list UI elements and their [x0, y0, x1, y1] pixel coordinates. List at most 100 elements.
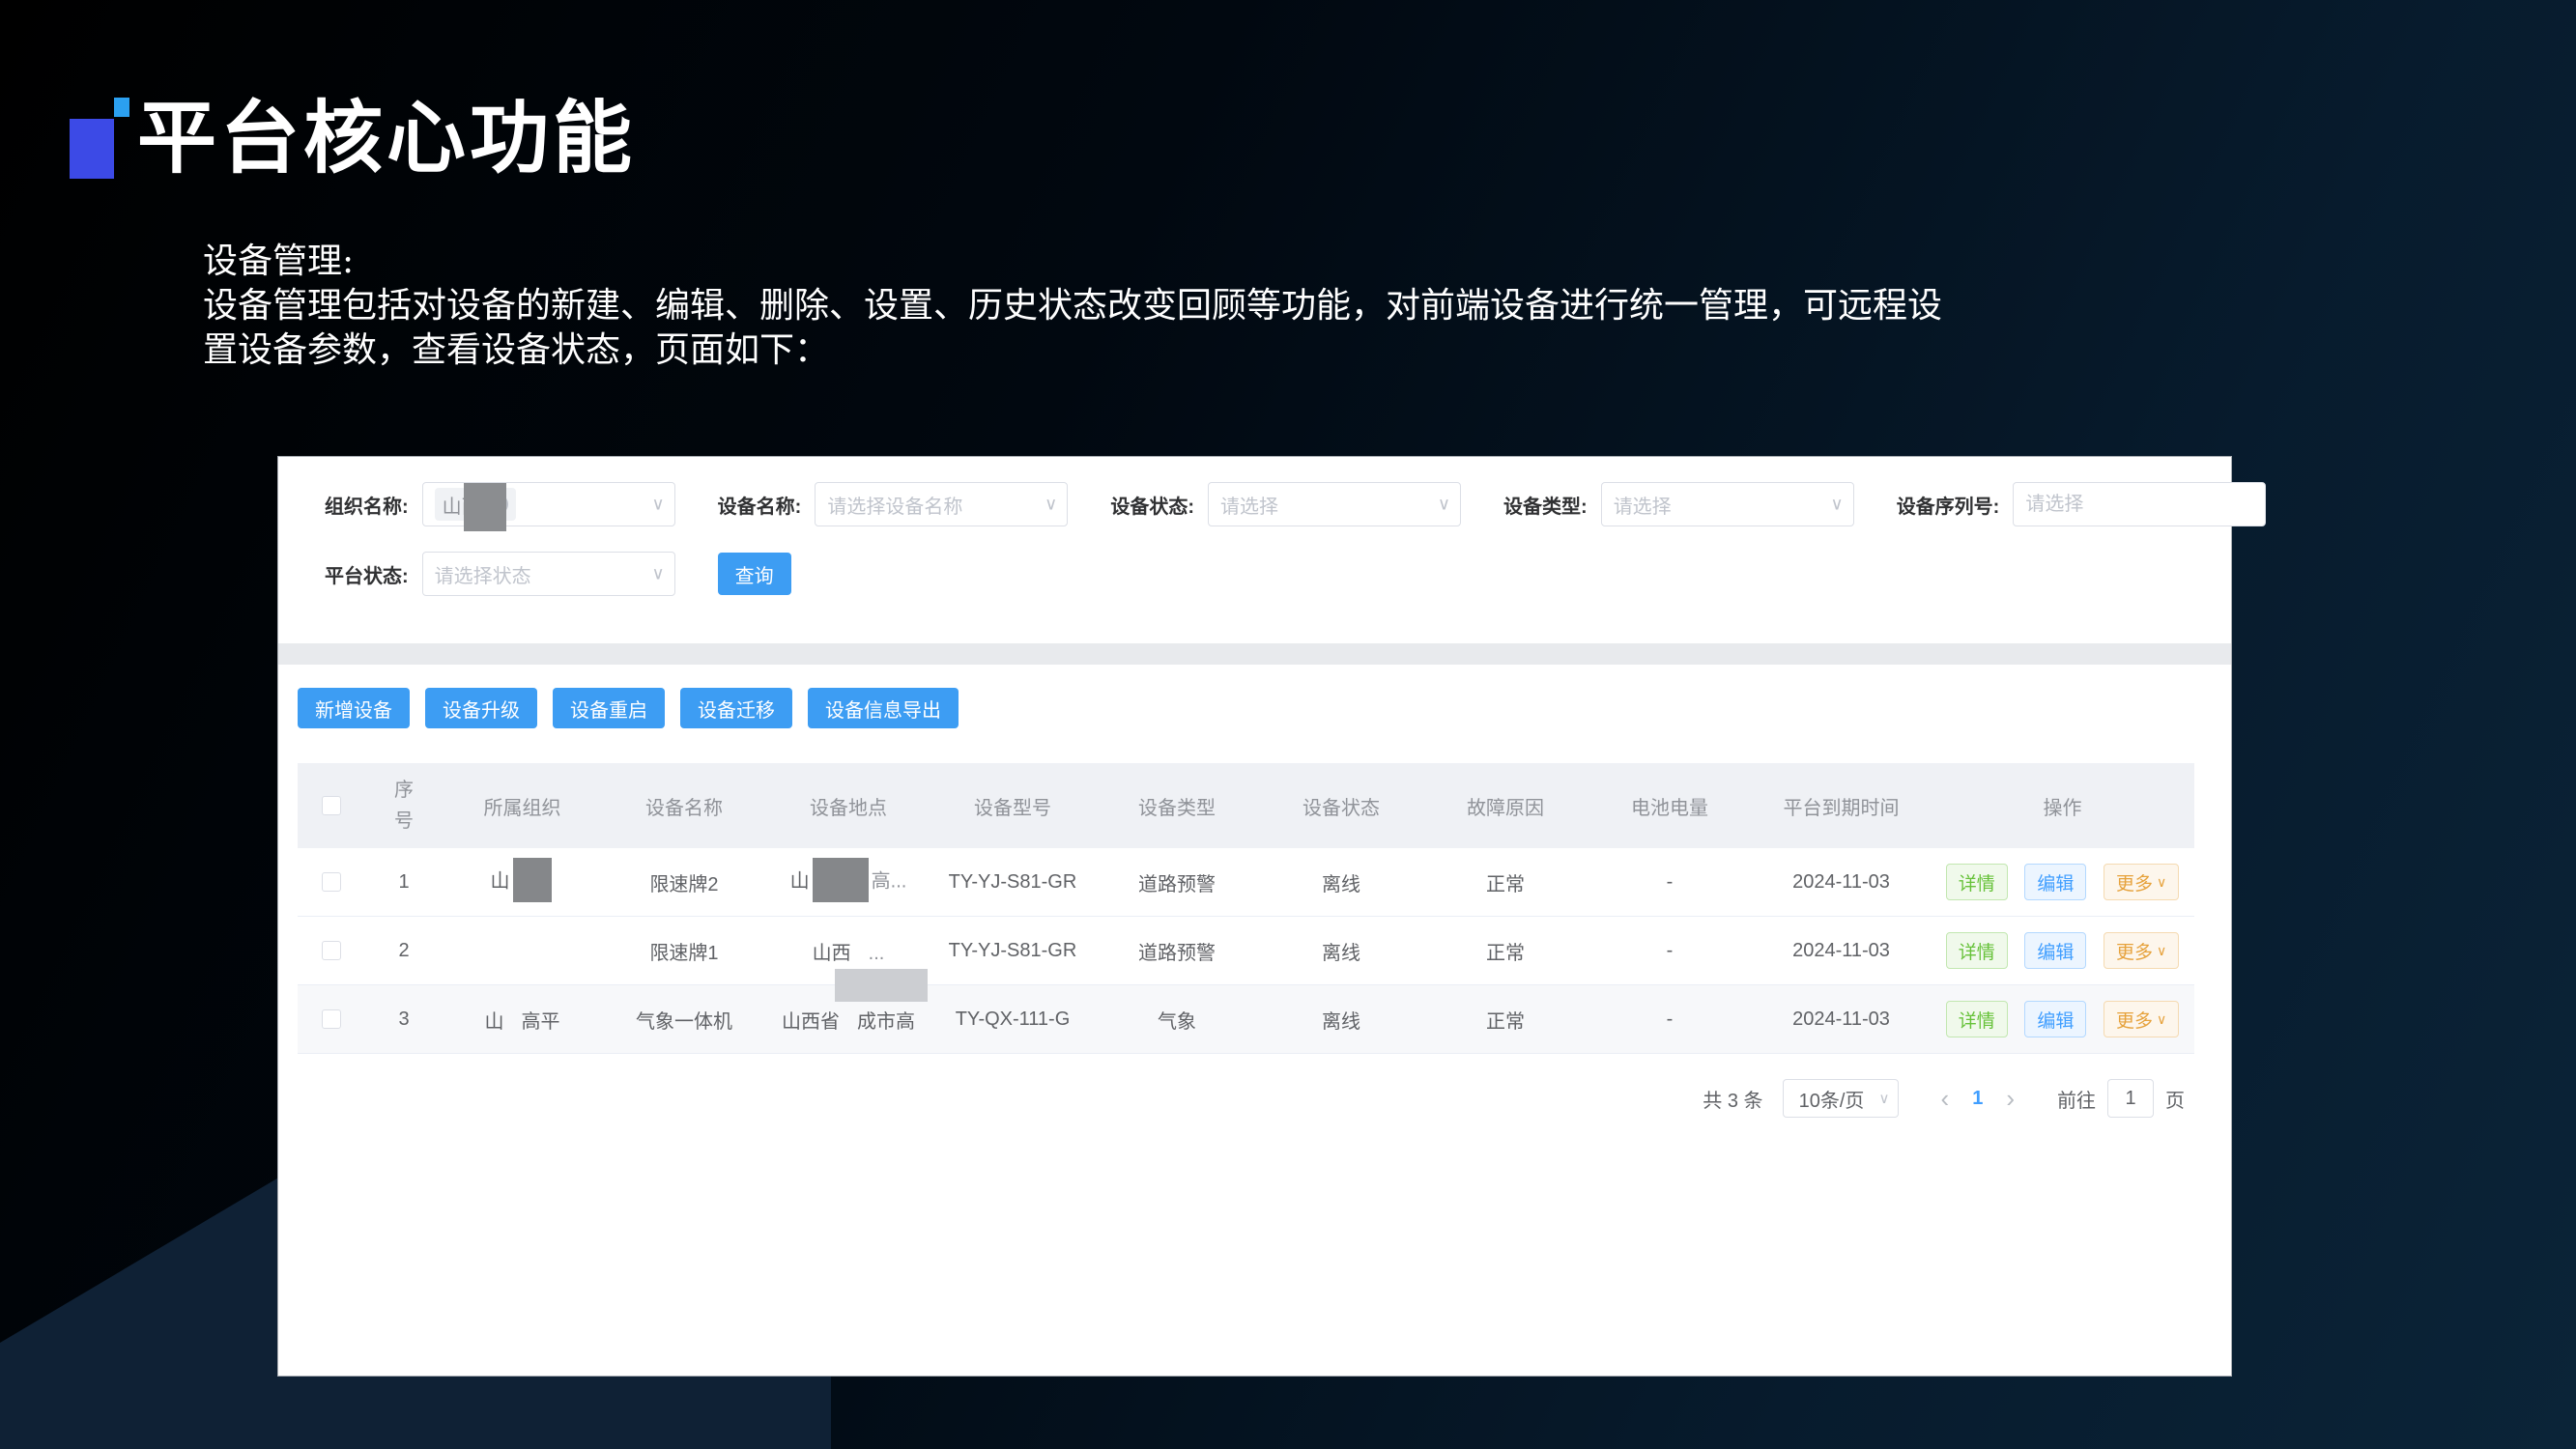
table-row: 2 限速牌1 山西... TY-YJ-S81-GR 道路预警 离线 正常 - 2… — [298, 917, 2194, 985]
cell-ops: 详情 编辑 更多∨ — [1931, 917, 2194, 985]
cell-type: 气象 — [1095, 985, 1259, 1054]
edit-button[interactable]: 编辑 — [2024, 932, 2086, 969]
cell-fault: 正常 — [1423, 985, 1588, 1054]
cell-model: TY-QX-111-G — [930, 985, 1095, 1054]
cell-name: 限速牌1 — [602, 917, 766, 985]
device-status-select[interactable]: 请选择 ∨ — [1208, 482, 1461, 526]
select-all-checkbox[interactable] — [322, 796, 341, 815]
edit-button[interactable]: 编辑 — [2024, 1001, 2086, 1037]
more-button[interactable]: 更多∨ — [2104, 1001, 2179, 1037]
redaction-box — [813, 858, 869, 902]
chevron-down-icon: ∨ — [1045, 495, 1057, 515]
detail-button[interactable]: 详情 — [1946, 932, 2008, 969]
cell-status: 离线 — [1259, 985, 1423, 1054]
row-checkbox[interactable] — [322, 1009, 341, 1029]
cell-expire: 2024-11-03 — [1752, 985, 1931, 1054]
pagination: 共 3 条 10条/页 ∨ ‹ 1 › 前往 页 — [278, 1079, 2185, 1118]
cell-name: 气象一体机 — [602, 985, 766, 1054]
redaction-box — [464, 483, 506, 531]
search-button[interactable]: 查询 — [718, 553, 791, 595]
org-label: 组织名称: — [325, 491, 409, 519]
title-bullet-square-small-icon — [114, 98, 129, 117]
toolbar: 新增设备 设备升级 设备重启 设备迁移 设备信息导出 — [278, 665, 2231, 728]
more-button[interactable]: 更多∨ — [2104, 864, 2179, 900]
th-status: 设备状态 — [1259, 763, 1423, 848]
total-count: 共 3 条 — [1703, 1085, 1762, 1113]
filter-platform-status: 平台状态: 请选择状态 ∨ — [325, 552, 675, 596]
cell-org — [443, 917, 602, 985]
page-title: 平台核心功能 — [137, 73, 636, 188]
cell-status: 离线 — [1259, 848, 1423, 917]
cell-org: 山 — [443, 848, 602, 917]
add-device-button[interactable]: 新增设备 — [298, 688, 410, 728]
cell-status: 离线 — [1259, 917, 1423, 985]
device-name-select[interactable]: 请选择设备名称 ∨ — [815, 482, 1068, 526]
cell-index: 2 — [365, 917, 443, 985]
table-row: 1 山 限速牌2 山高... TY-YJ-S81-GR 道路预警 离线 正常 -… — [298, 848, 2194, 917]
reboot-device-button[interactable]: 设备重启 — [553, 688, 665, 728]
serial-input[interactable] — [2013, 482, 2266, 526]
filter-device-status: 设备状态: 请选择 ∨ — [1110, 482, 1461, 526]
device-status-label: 设备状态: — [1110, 491, 1194, 519]
cell-expire: 2024-11-03 — [1752, 848, 1931, 917]
chevron-down-icon: ∨ — [1879, 1090, 1890, 1107]
org-tag: 山西 × — [435, 488, 516, 521]
chevron-down-icon: ∨ — [651, 564, 664, 584]
cell-index: 3 — [365, 985, 443, 1054]
cell-model: TY-YJ-S81-GR — [930, 917, 1095, 985]
platform-status-placeholder: 请选择状态 — [435, 560, 531, 588]
cell-battery: - — [1588, 848, 1752, 917]
cell-location: 山西... — [766, 917, 930, 985]
redaction-box — [835, 969, 928, 1002]
edit-button[interactable]: 编辑 — [2024, 864, 2086, 900]
more-button[interactable]: 更多∨ — [2104, 932, 2179, 969]
chevron-down-icon: ∨ — [1831, 495, 1844, 515]
cell-fault: 正常 — [1423, 917, 1588, 985]
cell-fault: 正常 — [1423, 848, 1588, 917]
cell-battery: - — [1588, 917, 1752, 985]
row-checkbox[interactable] — [322, 872, 341, 892]
cell-ops: 详情 编辑 更多∨ — [1931, 848, 2194, 917]
th-fault: 故障原因 — [1423, 763, 1588, 848]
filter-device-name: 设备名称: 请选择设备名称 ∨ — [718, 482, 1069, 526]
slide-background: 平台核心功能 设备管理: 设备管理包括对设备的新建、编辑、删除、设置、历史状态改… — [0, 0, 2576, 1449]
device-management-screenshot: 组织名称: 山西 × ∨ 设备名称: — [277, 456, 2232, 1377]
th-expire: 平台到期时间 — [1752, 763, 1931, 848]
slide-paragraph: 设备管理: 设备管理包括对设备的新建、编辑、删除、设置、历史状态改变回顾等功能，… — [203, 240, 2396, 373]
section-divider — [278, 643, 2231, 665]
title-bullet-square-icon — [70, 119, 114, 179]
chevron-down-icon: ∨ — [651, 495, 664, 515]
detail-button[interactable]: 详情 — [1946, 864, 2008, 900]
migrate-device-button[interactable]: 设备迁移 — [680, 688, 792, 728]
serial-label: 设备序列号: — [1897, 491, 2000, 519]
paragraph-line: 设备管理: — [203, 240, 2396, 284]
th-name: 设备名称 — [602, 763, 766, 848]
cell-index: 1 — [365, 848, 443, 917]
device-name-placeholder: 请选择设备名称 — [827, 491, 962, 519]
th-type: 设备类型 — [1095, 763, 1259, 848]
upgrade-device-button[interactable]: 设备升级 — [425, 688, 537, 728]
chevron-down-icon: ∨ — [1438, 495, 1450, 515]
page-number-1[interactable]: 1 — [1972, 1088, 1983, 1110]
export-device-info-button[interactable]: 设备信息导出 — [808, 688, 959, 728]
goto-page-input[interactable] — [2107, 1079, 2154, 1118]
device-table: 序号 所属组织 设备名称 设备地点 设备型号 设备类型 设备状态 故障原因 电池… — [298, 763, 2212, 1054]
cell-type: 道路预警 — [1095, 917, 1259, 985]
prev-page-button[interactable]: ‹ — [1941, 1086, 1950, 1111]
filter-section: 组织名称: 山西 × ∨ 设备名称: — [278, 457, 2231, 643]
th-ops: 操作 — [1931, 763, 2194, 848]
filter-device-type: 设备类型: 请选择 ∨ — [1503, 482, 1854, 526]
next-page-button[interactable]: › — [2006, 1086, 2015, 1111]
detail-button[interactable]: 详情 — [1946, 1001, 2008, 1037]
th-model: 设备型号 — [930, 763, 1095, 848]
row-checkbox[interactable] — [322, 941, 341, 960]
chevron-down-icon: ∨ — [2157, 874, 2166, 891]
device-type-select[interactable]: 请选择 ∨ — [1601, 482, 1854, 526]
cell-battery: - — [1588, 985, 1752, 1054]
org-select[interactable]: 山西 × ∨ — [422, 482, 675, 526]
cell-org: 山高平 — [443, 985, 602, 1054]
goto-label: 前往 — [2057, 1085, 2096, 1113]
cell-name: 限速牌2 — [602, 848, 766, 917]
platform-status-select[interactable]: 请选择状态 ∨ — [422, 552, 675, 596]
page-size-select[interactable]: 10条/页 ∨ — [1783, 1079, 1899, 1118]
